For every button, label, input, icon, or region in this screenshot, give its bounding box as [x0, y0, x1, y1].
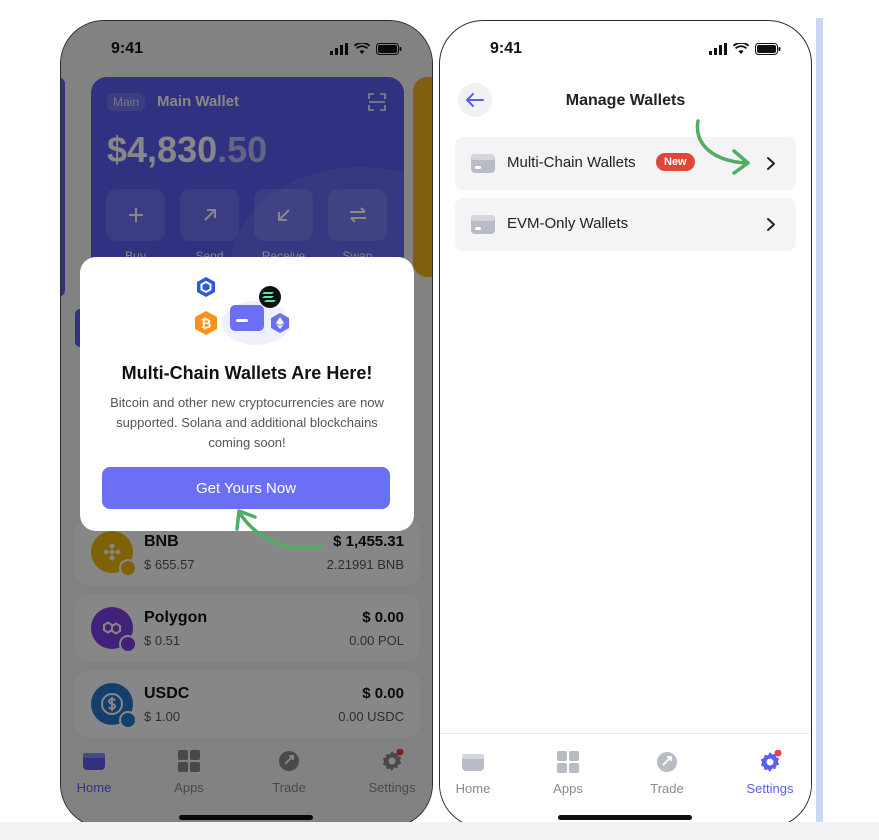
tab-label: Apps: [553, 781, 583, 796]
wallet-icon: [462, 754, 484, 771]
annotation-arrow-icon: [235, 509, 323, 550]
evm-only-wallets-row[interactable]: EVM-Only Wallets: [455, 198, 796, 251]
gear-icon: [760, 750, 782, 772]
wallet-icon: [471, 154, 495, 173]
wallet-option-label: Multi-Chain Wallets: [507, 154, 636, 171]
status-bar: 9:41: [440, 21, 811, 79]
annotation-arrow-icon: [695, 119, 750, 175]
tab-trade[interactable]: Trade: [627, 750, 707, 796]
tab-bar: Home Apps Trade Settings: [440, 733, 811, 827]
svg-text:₿: ₿: [201, 317, 212, 332]
tab-settings[interactable]: Settings: [730, 750, 810, 796]
home-indicator: [558, 815, 692, 820]
right-phone: 9:41 Manage Wallets Multi-Chain Wallets …: [439, 20, 812, 828]
announcement-modal: ₿ Multi-Chain Wallets Are Here! Bitcoin …: [80, 257, 414, 531]
bitcoin-icon: ₿: [195, 311, 217, 335]
trade-icon: [657, 752, 677, 772]
multichain-illustration: ₿: [195, 277, 290, 345]
apps-grid-icon: [557, 751, 579, 773]
screenshot-stage: 9:41 Main Main Wallet $4,830.50 Buy Send…: [0, 0, 879, 840]
wallet-card-icon: [230, 305, 264, 331]
page-bottom-strip: [0, 822, 879, 840]
chevron-right-icon: [767, 218, 775, 231]
chevron-right-icon: [767, 157, 775, 170]
wallet-option-label: EVM-Only Wallets: [507, 215, 629, 232]
tab-label: Trade: [650, 781, 684, 796]
page-title: Manage Wallets: [565, 92, 686, 109]
status-time: 9:41: [490, 40, 523, 57]
signal-icon: [709, 43, 727, 55]
status-icons: [709, 43, 781, 55]
battery-icon: [755, 43, 781, 55]
modal-description: Bitcoin and other new cryptocurrencies a…: [110, 395, 384, 450]
tab-apps[interactable]: Apps: [528, 750, 608, 796]
page-edge-accent: [816, 18, 823, 830]
modal-title: Multi-Chain Wallets Are Here!: [121, 363, 373, 383]
tab-home[interactable]: Home: [440, 750, 513, 796]
tab-label: Settings: [746, 781, 794, 796]
chainlink-icon: [197, 277, 215, 297]
wallet-icon: [471, 215, 495, 234]
wifi-icon: [733, 43, 749, 54]
left-phone: 9:41 Main Main Wallet $4,830.50 Buy Send…: [60, 20, 433, 828]
solana-icon: [259, 286, 281, 308]
tab-label: Home: [455, 781, 491, 796]
